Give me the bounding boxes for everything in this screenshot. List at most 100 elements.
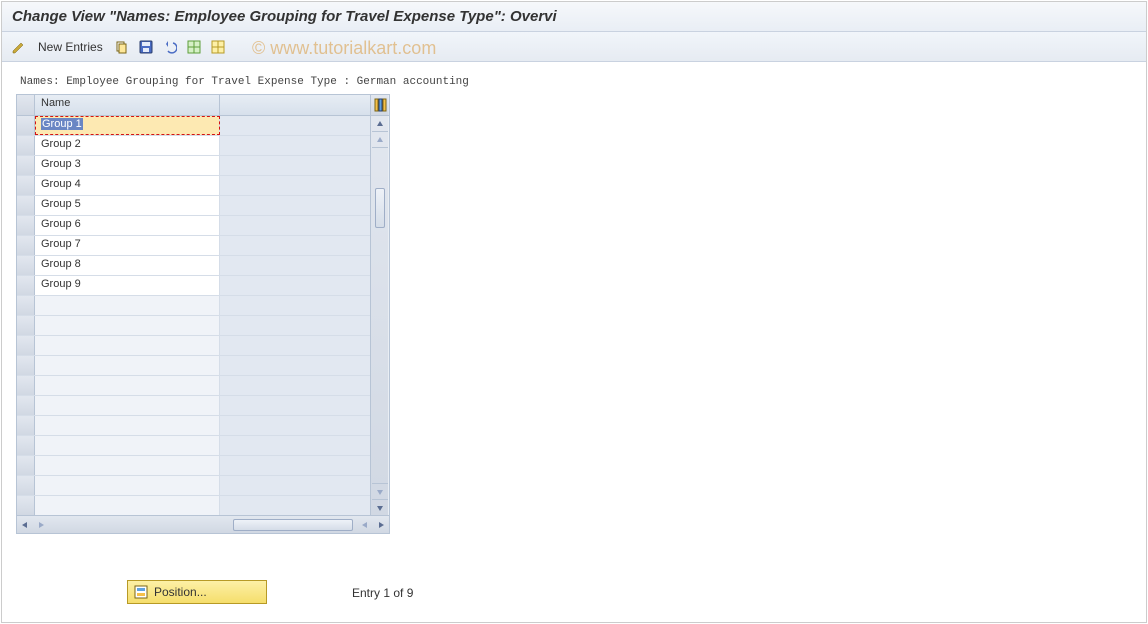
- pencil-icon[interactable]: [10, 38, 28, 56]
- row-gap: [220, 296, 370, 315]
- table-row: Group 5: [17, 195, 370, 215]
- scroll-right-inner-icon[interactable]: [33, 517, 49, 533]
- save-icon[interactable]: [137, 38, 155, 56]
- scroll-left-icon[interactable]: [17, 517, 33, 533]
- name-cell[interactable]: Group 9: [35, 276, 220, 295]
- table-row: [17, 395, 370, 415]
- data-table: Name Group 1Group 2Group 3Group 4Group 5…: [16, 94, 390, 534]
- table-row: Group 9: [17, 275, 370, 295]
- row-selector[interactable]: [17, 176, 35, 195]
- row-gap: [220, 316, 370, 335]
- table-row: [17, 375, 370, 395]
- row-selector[interactable]: [17, 236, 35, 255]
- row-selector[interactable]: [17, 336, 35, 355]
- vscroll-track[interactable]: [375, 148, 385, 483]
- scroll-down2-icon[interactable]: [372, 483, 388, 499]
- row-selector[interactable]: [17, 136, 35, 155]
- name-cell[interactable]: Group 6: [35, 216, 220, 235]
- row-selector[interactable]: [17, 396, 35, 415]
- row-gap: [220, 416, 370, 435]
- table-config-icon[interactable]: [370, 95, 388, 115]
- position-label: Position...: [154, 585, 207, 599]
- new-entries-button[interactable]: New Entries: [34, 40, 107, 54]
- row-selector[interactable]: [17, 436, 35, 455]
- name-cell[interactable]: [35, 376, 220, 395]
- name-cell[interactable]: [35, 336, 220, 355]
- row-gap: [220, 356, 370, 375]
- name-cell[interactable]: [35, 436, 220, 455]
- scroll-right-icon[interactable]: [373, 517, 389, 533]
- row-gap: [220, 256, 370, 275]
- row-gap: [220, 476, 370, 495]
- name-cell[interactable]: Group 5: [35, 196, 220, 215]
- scroll-down-icon[interactable]: [372, 499, 388, 515]
- name-cell[interactable]: Group 1: [35, 116, 220, 135]
- name-cell[interactable]: Group 4: [35, 176, 220, 195]
- name-cell[interactable]: [35, 456, 220, 475]
- name-cell[interactable]: Group 8: [35, 256, 220, 275]
- row-selector[interactable]: [17, 196, 35, 215]
- table-row: [17, 455, 370, 475]
- hscroll-track[interactable]: [49, 519, 357, 531]
- table-row: Group 3: [17, 155, 370, 175]
- row-gap: [220, 196, 370, 215]
- undo-icon[interactable]: [161, 38, 179, 56]
- row-gap: [220, 136, 370, 155]
- row-selector[interactable]: [17, 476, 35, 495]
- row-selector[interactable]: [17, 356, 35, 375]
- row-selector[interactable]: [17, 256, 35, 275]
- row-gap: [220, 156, 370, 175]
- name-cell[interactable]: Group 2: [35, 136, 220, 155]
- entry-counter: Entry 1 of 9: [352, 586, 413, 600]
- table-header-row: Name: [17, 95, 389, 116]
- row-gap: [220, 176, 370, 195]
- row-selector[interactable]: [17, 316, 35, 335]
- name-cell[interactable]: [35, 356, 220, 375]
- name-cell[interactable]: [35, 496, 220, 515]
- name-cell[interactable]: Group 7: [35, 236, 220, 255]
- row-gap: [220, 216, 370, 235]
- row-selector[interactable]: [17, 416, 35, 435]
- vscroll-thumb[interactable]: [375, 188, 385, 228]
- grid-green-icon[interactable]: [185, 38, 203, 56]
- header-gap: [220, 95, 370, 115]
- table-row: [17, 335, 370, 355]
- toolbar: New Entries: [2, 32, 1146, 62]
- row-selector[interactable]: [17, 216, 35, 235]
- row-selector[interactable]: [17, 296, 35, 315]
- rows-container: Group 1Group 2Group 3Group 4Group 5Group…: [17, 116, 370, 515]
- row-selector[interactable]: [17, 116, 35, 135]
- position-icon: [134, 585, 148, 599]
- scroll-left-inner-icon[interactable]: [357, 517, 373, 533]
- name-cell[interactable]: [35, 476, 220, 495]
- copy-icon[interactable]: [113, 38, 131, 56]
- row-gap: [220, 496, 370, 515]
- row-selector[interactable]: [17, 276, 35, 295]
- name-cell[interactable]: [35, 296, 220, 315]
- hscroll-thumb[interactable]: [233, 519, 353, 531]
- position-button[interactable]: Position...: [127, 580, 267, 604]
- name-cell[interactable]: [35, 416, 220, 435]
- row-gap: [220, 436, 370, 455]
- vertical-scrollbar[interactable]: [370, 116, 388, 515]
- row-selector[interactable]: [17, 456, 35, 475]
- name-cell[interactable]: Group 3: [35, 156, 220, 175]
- horizontal-scrollbar[interactable]: [17, 515, 389, 533]
- table-row: [17, 415, 370, 435]
- grid-yellow-icon[interactable]: [209, 38, 227, 56]
- row-selector[interactable]: [17, 156, 35, 175]
- table-row: Group 2: [17, 135, 370, 155]
- scroll-up2-icon[interactable]: [372, 132, 388, 148]
- row-gap: [220, 376, 370, 395]
- table-row: [17, 355, 370, 375]
- scroll-up-icon[interactable]: [372, 116, 388, 132]
- table-row: [17, 295, 370, 315]
- row-selector-header[interactable]: [17, 95, 35, 115]
- name-cell[interactable]: [35, 316, 220, 335]
- row-selector[interactable]: [17, 496, 35, 515]
- table-row: [17, 315, 370, 335]
- row-gap: [220, 396, 370, 415]
- row-selector[interactable]: [17, 376, 35, 395]
- name-cell[interactable]: [35, 396, 220, 415]
- column-header-name[interactable]: Name: [35, 95, 220, 115]
